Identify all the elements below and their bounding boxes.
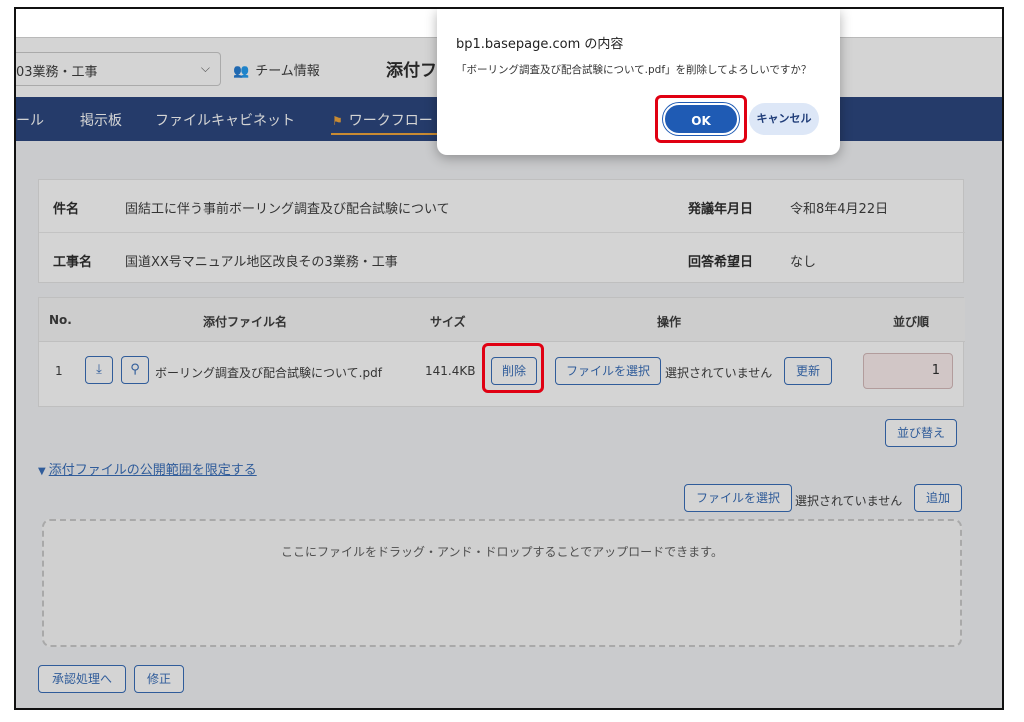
dialog-title: bp1.basepage.com の内容 [456, 37, 624, 52]
cancel-button[interactable]: キャンセル [749, 103, 819, 135]
delete-highlight [482, 343, 544, 393]
confirm-dialog: bp1.basepage.com の内容 「ボーリング調査及び配合試験について.… [437, 9, 840, 155]
dialog-message: 「ボーリング調査及び配合試験について.pdf」を削除してよろしいですか？ [456, 64, 812, 76]
browser-frame: 03業務・工事 ⌵ 👥 チーム情報 添付ファ ール 掲示板 ファイルキャビネット … [14, 7, 1004, 710]
ok-button[interactable]: OK [663, 103, 739, 135]
